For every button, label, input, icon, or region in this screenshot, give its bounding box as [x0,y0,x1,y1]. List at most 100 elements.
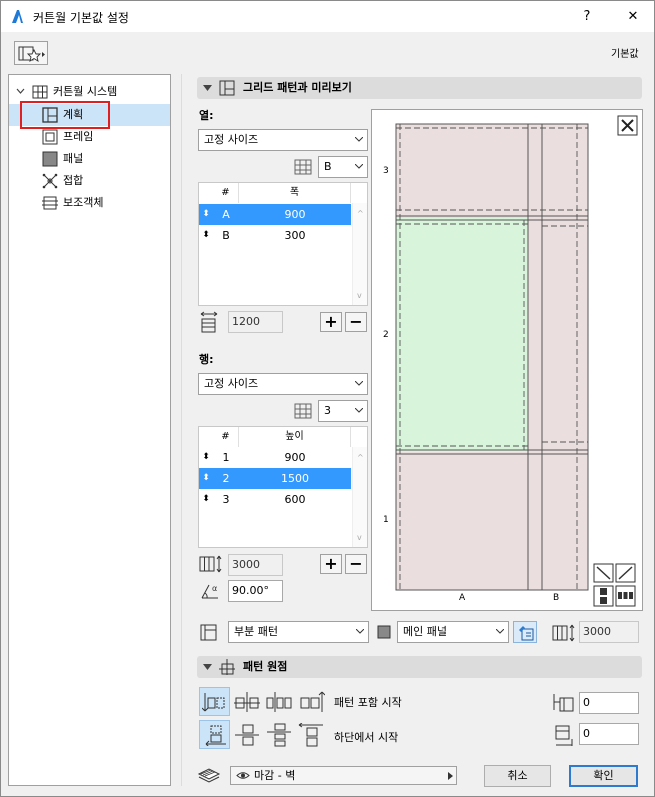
remove-column-button[interactable]: − [345,312,367,332]
dialog-window: 커튼월 기본값 설정 ? ✕ 기본값 커튼월 시스템 계획 프레임 패널 접합 … [0,0,655,797]
height-field: 3000 [579,621,639,643]
columns-mode-select[interactable]: 고정 사이즈 [198,129,368,151]
drag-handle-icon[interactable]: ⬍ [199,468,213,489]
chevron-down-icon [356,629,364,634]
chevron-down-icon[interactable] [16,88,25,95]
include-start-label: 패턴 포함 시작 [334,696,402,709]
panel-type-select[interactable]: 메인 패널 [397,621,509,643]
row-value[interactable]: 300 [239,225,351,246]
curtain-wall-preview [395,115,638,607]
default-label: 기본값 [611,49,639,60]
table-row[interactable]: ⬍ 2 1500 [199,468,351,489]
tree-item-frame[interactable]: 프레임 [9,126,170,148]
rows-count-select[interactable]: 3 [318,400,368,422]
grid-count-icon [294,403,312,419]
triangle-down-icon[interactable] [203,85,212,91]
table-row[interactable]: ⬍ 1 900 [199,447,351,468]
panel-type-value: 메인 패널 [403,625,447,638]
origin-start-left-button[interactable] [199,687,230,716]
column-header-id: # [213,427,239,447]
help-button[interactable]: ? [567,1,607,32]
tree-item-panel[interactable]: 패널 [9,148,170,170]
svg-text:α: α [212,584,217,593]
rows-scrollbar[interactable]: ^ v [352,447,367,547]
pattern-type-select[interactable]: 부분 패턴 [228,621,369,643]
angle-field[interactable]: 90.00° [228,580,283,602]
preview-row-label: 2 [383,330,389,340]
columns-total-field: 1200 [228,311,283,333]
section-grid-header[interactable]: 그리드 패턴과 미리보기 [197,77,642,99]
scroll-up-icon[interactable]: ^ [357,209,364,218]
section-origin-header[interactable]: 패턴 원점 [197,656,642,678]
table-row[interactable]: ⬍ 3 600 [199,489,351,510]
row-value[interactable]: 1500 [239,468,351,489]
horizontal-offset-field[interactable]: 0 [579,692,639,714]
favorites-star-icon [18,46,45,62]
origin-middle2-icon[interactable] [265,723,293,747]
remove-row-button[interactable]: − [345,554,367,574]
divider [181,74,182,786]
vertical-offset-field[interactable]: 0 [579,723,639,745]
row-value[interactable]: 600 [239,489,351,510]
columns-count-select[interactable]: B [318,156,368,178]
origin-start-left-icon [202,693,225,712]
add-column-button[interactable]: + [320,312,342,332]
drag-handle-icon[interactable]: ⬍ [199,489,213,510]
origin-bottom-button[interactable] [199,720,230,749]
tree-root-label: 커튼월 시스템 [53,85,118,98]
panel-type-icon [377,625,391,639]
column-header-id: # [213,183,239,203]
tree-item-junction[interactable]: 접합 [9,170,170,192]
table-row[interactable]: ⬍ B 300 [199,225,351,246]
grid-pattern-icon [219,80,235,96]
tree-item-accessory[interactable]: 보조객체 [9,192,170,214]
columns-scrollbar[interactable]: ^ v [352,203,367,305]
row-value[interactable]: 900 [239,204,351,225]
drag-handle-icon[interactable]: ⬍ [199,204,213,225]
scroll-down-icon[interactable]: v [357,291,362,300]
tree-item-label: 보조객체 [63,196,104,209]
origin-start-right-icon[interactable] [297,690,325,714]
close-preview-icon[interactable] [617,115,638,136]
scroll-up-icon[interactable]: ^ [357,453,364,462]
tree-item-label: 프레임 [63,130,94,143]
layer-select[interactable]: 마감 - 벽 [230,766,457,785]
tree-panel: 커튼월 시스템 계획 프레임 패널 접합 보조객체 [8,74,171,786]
triangle-down-icon[interactable] [203,664,212,670]
rows-mode-select[interactable]: 고정 사이즈 [198,373,368,395]
origin-top-icon[interactable] [297,723,325,747]
origin-start-center2-icon[interactable] [265,690,293,714]
preview-row-label: 3 [383,166,389,176]
add-row-button[interactable]: + [320,554,342,574]
chevron-down-icon [355,164,363,169]
close-button[interactable]: ✕ [613,1,653,32]
table-row[interactable]: ⬍ A 900 [199,204,351,225]
layer-value: 마감 - 벽 [254,769,296,782]
columns-label: 열: [199,109,214,122]
row-id: 2 [222,472,230,485]
row-value[interactable]: 900 [239,447,351,468]
panel-edit-icon [519,626,534,641]
row-id: 3 [222,493,230,506]
columns-count-value: B [324,160,332,173]
scroll-down-icon[interactable]: v [357,533,362,542]
app-logo-icon [12,10,23,23]
favorites-button[interactable] [14,41,48,65]
columns-mode-value: 고정 사이즈 [204,133,259,146]
height-icon [552,624,575,642]
rows-mode-value: 고정 사이즈 [204,377,259,390]
row-id: B [222,229,230,242]
chevron-down-icon [355,381,363,386]
panel-options-button[interactable] [513,621,537,643]
ok-button[interactable]: 확인 [569,765,638,787]
drag-handle-icon[interactable]: ⬍ [199,447,213,468]
origin-middle-icon[interactable] [233,723,261,747]
origin-start-center-icon[interactable] [233,690,261,714]
cancel-button[interactable]: 취소 [484,765,551,787]
drag-handle-icon[interactable]: ⬍ [199,225,213,246]
pattern-type-value: 부분 패턴 [234,625,278,638]
tree-root[interactable]: 커튼월 시스템 [9,81,170,103]
chevron-down-icon [355,408,363,413]
view-mode-icons[interactable] [593,563,636,607]
row-id: A [222,208,230,221]
